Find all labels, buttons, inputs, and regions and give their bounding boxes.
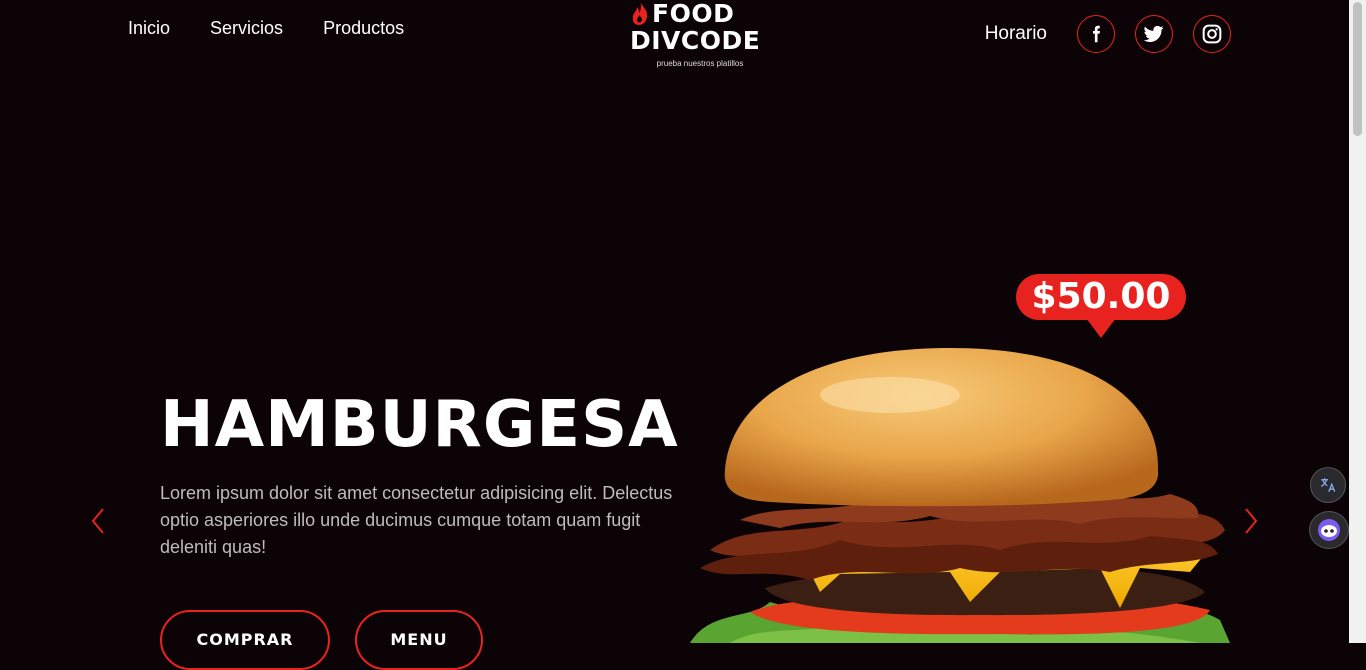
price-badge: $50.00	[1016, 274, 1186, 338]
main-nav: Inicio Servicios Productos	[128, 18, 404, 39]
page-scrollbar[interactable]	[1349, 0, 1366, 643]
logo-tagline: prueba nuestros platillos	[656, 59, 744, 68]
hero-title: HAMBURGESA	[160, 388, 679, 462]
twitter-button[interactable]	[1135, 15, 1173, 53]
nav-link-inicio[interactable]: Inicio	[128, 18, 170, 39]
menu-button[interactable]: MENU	[355, 610, 483, 670]
carousel-prev-arrow-icon[interactable]	[90, 506, 106, 536]
scrollbar-thumb[interactable]	[1353, 2, 1362, 136]
nav-link-servicios[interactable]: Servicios	[210, 18, 283, 39]
facebook-button[interactable]	[1077, 15, 1115, 53]
logo[interactable]: FOOD DIVCODE prueba nuestros platillos	[630, 0, 770, 68]
twitter-icon	[1144, 25, 1164, 42]
translate-button[interactable]	[1310, 467, 1346, 503]
hamburger-image	[690, 348, 1230, 643]
logo-line-food: FOOD	[652, 0, 735, 28]
assistant-button[interactable]	[1309, 511, 1349, 549]
header-right: Horario	[985, 15, 1231, 53]
nav-link-horario[interactable]: Horario	[985, 23, 1047, 45]
translate-icon	[1320, 478, 1336, 492]
facebook-icon	[1093, 25, 1100, 43]
assistant-icon	[1318, 519, 1340, 541]
buy-button[interactable]: COMPRAR	[160, 610, 330, 670]
instagram-icon	[1202, 24, 1222, 44]
nav-link-productos[interactable]: Productos	[323, 18, 404, 39]
logo-line-divcode: DIVCODE	[630, 26, 761, 55]
flame-icon	[632, 1, 648, 25]
hero-description: Lorem ipsum dolor sit amet consectetur a…	[160, 483, 673, 557]
instagram-button[interactable]	[1193, 15, 1231, 53]
